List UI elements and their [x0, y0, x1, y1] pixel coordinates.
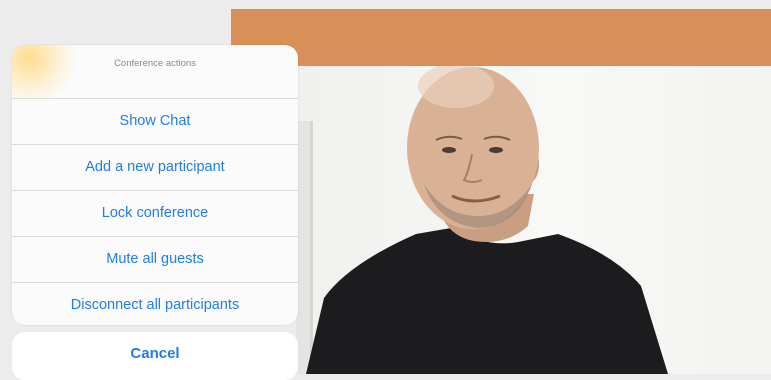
lock-conference-button[interactable]: Lock conference — [12, 191, 298, 237]
sheet-title: Conference actions — [12, 45, 298, 99]
disconnect-all-button[interactable]: Disconnect all participants — [12, 283, 298, 325]
torso — [306, 228, 668, 374]
left-eye — [442, 147, 456, 153]
door-frame — [296, 121, 310, 374]
scalp-highlight — [418, 66, 494, 108]
participant-video-image — [296, 66, 668, 374]
cancel-button[interactable]: Cancel — [12, 332, 298, 380]
participant-video — [296, 66, 771, 374]
show-chat-button[interactable]: Show Chat — [12, 99, 298, 145]
add-participant-button[interactable]: Add a new participant — [12, 145, 298, 191]
right-eye — [489, 147, 503, 153]
mute-all-guests-button[interactable]: Mute all guests — [12, 237, 298, 283]
door-edge — [310, 121, 313, 374]
conference-actions-sheet: Conference actions Show Chat Add a new p… — [12, 45, 298, 325]
top-banner — [231, 9, 771, 66]
